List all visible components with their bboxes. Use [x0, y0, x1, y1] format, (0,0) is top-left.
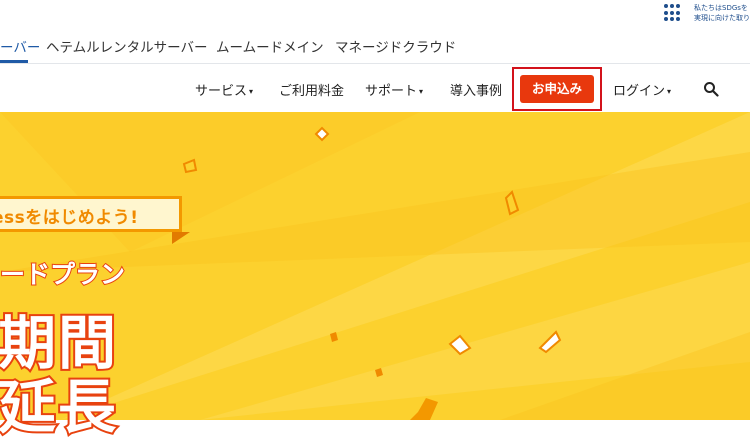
nav-services-label: サービス	[195, 83, 248, 98]
brand-tabs: ーバー ヘテムルレンタルサーバー ムームードメイン マネージドクラウド	[0, 27, 750, 64]
nav-support[interactable]: サポート ▾	[365, 80, 423, 99]
main-nav: サービス ▾ ご利用料金 サポート ▾ 導入事例 ログイン ▾	[0, 64, 750, 112]
nav-login[interactable]: ログイン ▾	[613, 80, 671, 99]
active-tab-underline	[0, 60, 28, 63]
apply-button[interactable]: お申込み	[520, 75, 594, 103]
hero-ribbon-text: essをはじめよう!	[0, 208, 139, 228]
brand-tab-heteml[interactable]: ヘテムルレンタルサーバー	[46, 36, 207, 56]
sdgs-grid-icon[interactable]	[664, 4, 682, 22]
hero-headline-line-2: 延長	[0, 371, 119, 443]
sdgs-line-1: 私たちはSDGsを	[694, 4, 748, 12]
nav-services[interactable]: サービス ▾	[195, 80, 253, 99]
brand-tab-managed-cloud[interactable]: マネージドクラウド	[335, 36, 456, 56]
nav-pricing[interactable]: ご利用料金	[279, 80, 344, 99]
chevron-down-icon: ▾	[249, 87, 254, 97]
nav-support-label: サポート	[365, 83, 418, 98]
search-icon[interactable]	[703, 81, 719, 97]
ribbon-fold	[172, 232, 190, 244]
sdgs-link[interactable]: 私たちはSDGsを 実現に向けた取り	[694, 3, 750, 23]
chevron-down-icon: ▾	[419, 87, 424, 97]
sdgs-line-2: 実現に向けた取り	[694, 14, 750, 22]
nav-login-label: ログイン	[613, 83, 666, 98]
brand-tab-muumuu[interactable]: ムームードメイン	[216, 36, 324, 56]
chevron-down-icon: ▾	[667, 87, 672, 97]
nav-cases[interactable]: 導入事例	[450, 80, 502, 99]
brand-tab-lolipop[interactable]: ーバー	[0, 36, 40, 56]
top-utility-bar: 私たちはSDGsを 実現に向けた取り	[0, 0, 750, 28]
hero-plan-text: ードプラン	[0, 259, 126, 290]
